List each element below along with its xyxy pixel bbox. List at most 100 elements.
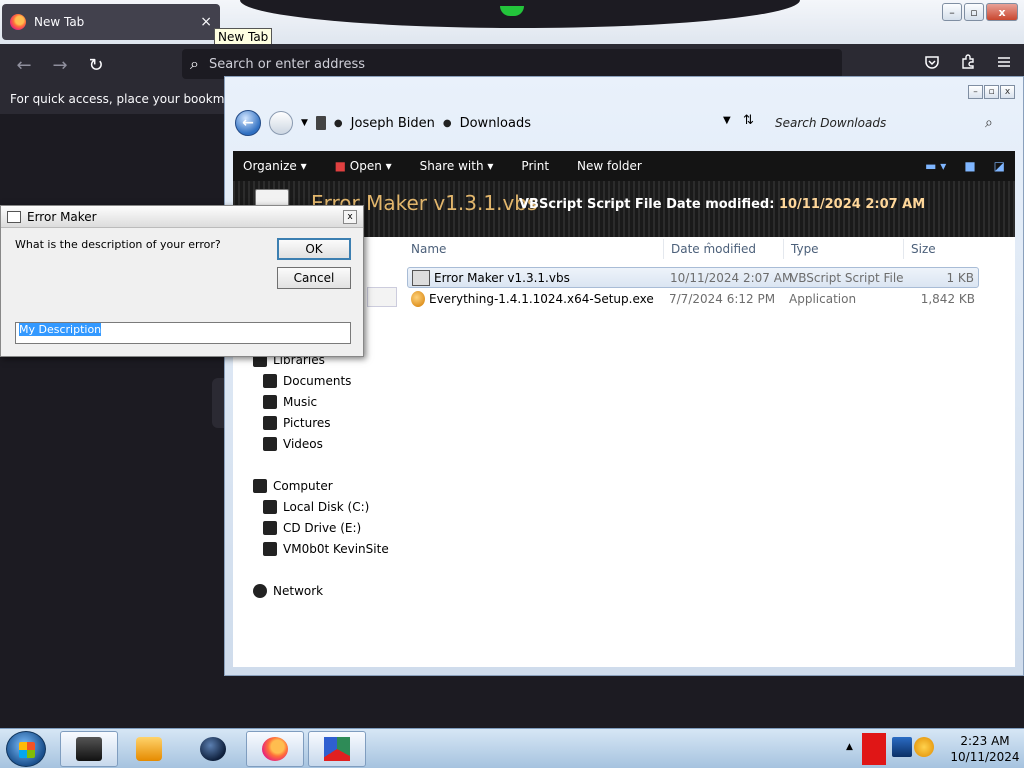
explorer-minimize-button[interactable]: – <box>968 85 983 99</box>
nav-videos[interactable]: Videos <box>263 437 323 451</box>
menu-icon[interactable] <box>996 54 1012 74</box>
paint-icon <box>324 737 350 761</box>
share-with-button[interactable]: Share with ▾ <box>420 159 494 173</box>
start-button[interactable] <box>6 731 46 767</box>
minimize-button[interactable]: – <box>942 3 962 21</box>
open-app-icon: ■ <box>334 159 346 173</box>
details-date-label: Date modified: <box>666 197 775 212</box>
breadcrumb-joseph-biden[interactable]: Joseph Biden <box>351 116 435 131</box>
open-button[interactable]: ■ Open ▾ <box>335 159 392 173</box>
bookmarks-toolbar-hint: For quick access, place your bookmarks h <box>0 86 224 114</box>
explorer-address-bar: ← ▼ ● Joseph Biden ● Downloads ▼ ⇅ ⌕ <box>235 107 1015 139</box>
nav-local-disk[interactable]: Local Disk (C:) <box>263 500 369 514</box>
nav-cd-drive[interactable]: CD Drive (E:) <box>263 521 361 535</box>
nav-computer[interactable]: Computer <box>253 479 333 493</box>
tab-title: New Tab <box>34 15 85 29</box>
column-divider[interactable] <box>903 239 904 259</box>
media-player-icon <box>136 737 162 761</box>
network-drive-icon <box>263 542 277 556</box>
file-row-error-maker[interactable]: Error Maker v1.3.1.vbs 10/11/2024 2:07 A… <box>407 267 979 288</box>
column-divider[interactable] <box>663 239 664 259</box>
explorer-forward-button[interactable] <box>269 111 293 135</box>
dialog-title-bar[interactable]: Error Maker <box>1 206 363 228</box>
explorer-back-button[interactable]: ← <box>235 110 261 136</box>
network-icon <box>253 584 267 598</box>
installer-icon <box>411 290 425 307</box>
nav-documents[interactable]: Documents <box>263 374 351 388</box>
description-input[interactable]: My Description <box>15 322 351 344</box>
file-size: 1,842 KB <box>920 291 975 306</box>
refresh-icon[interactable]: ⇅ <box>743 113 754 128</box>
print-button[interactable]: Print <box>521 159 549 173</box>
search-downloads-input[interactable] <box>775 116 975 130</box>
vbs-file-icon <box>412 269 430 286</box>
details-date-value: 10/11/2024 2:07 AM <box>778 197 926 212</box>
forward-icon[interactable]: → <box>42 55 78 76</box>
taskbar: ▲ 2:23 AM 10/11/2024 <box>0 728 1024 768</box>
search-icon: ⌕ <box>190 54 199 73</box>
command-bar: Organize ▾ ■ Open ▾ Share with ▾ Print N… <box>233 151 1015 181</box>
hard-drive-icon <box>263 500 277 514</box>
explorer-window: – ▫ x ← ▼ ● Joseph Biden ● Downloads ▼ ⇅… <box>224 76 1024 676</box>
recent-pages-icon[interactable]: ▼ <box>301 118 308 128</box>
nav-network[interactable]: Network <box>253 584 323 598</box>
file-row-everything-setup[interactable]: Everything-1.4.1.1024.x64-Setup.exe 7/7/… <box>407 288 979 309</box>
new-folder-button[interactable]: New folder <box>577 159 642 173</box>
ok-button[interactable]: OK <box>277 238 351 260</box>
breadcrumb-downloads[interactable]: Downloads <box>460 116 531 131</box>
cd-drive-icon <box>263 521 277 535</box>
reload-icon[interactable]: ↻ <box>78 55 114 76</box>
taskbar-globe[interactable] <box>184 731 242 767</box>
nav-music[interactable]: Music <box>263 395 317 409</box>
taskbar-terminal[interactable] <box>60 731 118 767</box>
firefox-logo-icon <box>10 14 26 30</box>
address-input[interactable] <box>208 56 809 72</box>
computer-icon <box>253 479 267 493</box>
cancel-button[interactable]: Cancel <box>277 267 351 289</box>
column-name[interactable]: Name <box>411 242 446 256</box>
help-icon[interactable]: ◪ <box>994 159 1005 173</box>
dialog-close-button[interactable]: x <box>343 210 357 224</box>
taskbar-paint[interactable] <box>308 731 366 767</box>
firefox-icon <box>262 737 288 761</box>
speaker-icon[interactable] <box>914 737 934 757</box>
show-hidden-icons-icon[interactable]: ▲ <box>846 742 853 752</box>
column-size[interactable]: Size <box>911 242 936 256</box>
close-tab-icon[interactable]: × <box>200 14 212 30</box>
pocket-icon[interactable] <box>924 54 940 74</box>
tab-new-tab[interactable]: New Tab × <box>2 4 220 40</box>
organize-button[interactable]: Organize ▾ <box>243 159 307 173</box>
close-button[interactable]: x <box>986 3 1018 21</box>
search-icon[interactable]: ⌕ <box>985 115 993 131</box>
browser-window-controls: – ▫ x <box>942 3 1018 21</box>
extensions-icon[interactable] <box>960 54 976 74</box>
address-dropdown-icon[interactable]: ▼ <box>723 115 731 126</box>
dialog-prompt: What is the description of your error? <box>15 238 221 251</box>
explorer-window-controls: – ▫ x <box>968 85 1015 99</box>
action-center-icon[interactable] <box>862 733 886 765</box>
change-view-icon[interactable]: ▬ ▾ <box>925 159 946 173</box>
back-icon[interactable]: ← <box>6 55 42 76</box>
nav-pictures[interactable]: Pictures <box>263 416 331 430</box>
explorer-search-box[interactable]: ⌕ <box>775 109 1015 137</box>
network-status-icon[interactable] <box>892 737 912 757</box>
view-controls: ▬ ▾ ■ ◪ <box>925 159 1005 173</box>
taskbar-firefox[interactable] <box>246 731 304 767</box>
explorer-close-button[interactable]: x <box>1000 85 1015 99</box>
taskbar-media-player[interactable] <box>120 731 178 767</box>
maximize-button[interactable]: ▫ <box>964 3 984 21</box>
dialog-title: Error Maker <box>27 209 97 224</box>
preview-pane-icon[interactable]: ■ <box>964 159 975 173</box>
column-date-modified[interactable]: Date modified <box>671 242 756 256</box>
column-type[interactable]: Type <box>791 242 819 256</box>
error-maker-dialog: Error Maker x What is the description of… <box>0 205 364 357</box>
column-headers: ⌃ Name Date modified Type Size <box>409 237 985 261</box>
file-date: 7/7/2024 6:12 PM <box>669 291 776 306</box>
address-bar[interactable]: ⌕ <box>182 49 842 79</box>
system-clock[interactable]: 2:23 AM 10/11/2024 <box>944 733 1024 765</box>
column-divider[interactable] <box>783 239 784 259</box>
browser-tab-strip: New Tab × – ▫ x <box>0 0 1024 44</box>
nav-pane-item-partial[interactable] <box>367 287 397 307</box>
explorer-maximize-button[interactable]: ▫ <box>984 85 999 99</box>
nav-network-share[interactable]: VM0b0t KevinSite <box>263 542 389 556</box>
